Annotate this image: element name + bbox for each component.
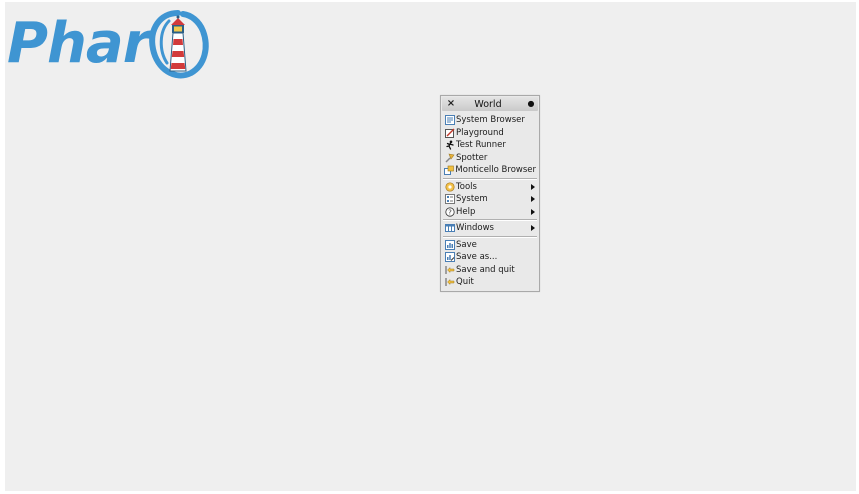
menu-item-save[interactable]: Save	[442, 239, 538, 252]
playground-icon	[444, 128, 455, 138]
menu-item-label: Windows	[456, 223, 494, 234]
menu-item-label: Monticello Browser	[455, 165, 536, 176]
menu-item-spotter[interactable]: Spotter	[442, 152, 538, 165]
save-as-icon	[444, 252, 455, 263]
menu-item-windows[interactable]: Windows	[442, 222, 538, 235]
monticello-icon	[444, 165, 455, 176]
world-menu-title-bar[interactable]: × World ●	[442, 97, 538, 111]
menu-item-label: Save and quit	[456, 264, 515, 275]
menu-item-label: Quit	[456, 277, 474, 288]
menu-item-label: System Browser	[456, 115, 525, 126]
menu-separator	[443, 219, 537, 221]
pin-icon[interactable]: ●	[524, 97, 538, 111]
menu-item-save-and-quit[interactable]: Save and quit	[442, 264, 538, 277]
save-icon	[444, 239, 455, 250]
submenu-arrow-icon	[531, 196, 535, 203]
menu-item-save-as[interactable]: Save as...	[442, 251, 538, 264]
menu-item-label: Save	[456, 239, 477, 250]
menu-item-quit[interactable]: Quit	[442, 276, 538, 289]
save-and-quit-icon	[444, 265, 455, 275]
system-icon	[444, 194, 455, 205]
menu-item-label: Help	[456, 206, 476, 217]
close-icon[interactable]: ×	[446, 97, 456, 111]
menu-separator	[443, 235, 537, 238]
menu-item-tools[interactable]: Tools	[442, 181, 538, 194]
menu-item-monticello-browser[interactable]: Monticello Browser	[442, 164, 538, 177]
help-icon: ?	[444, 207, 455, 217]
menu-item-system-browser[interactable]: System Browser	[442, 114, 538, 127]
menu-separator	[443, 177, 537, 180]
menu-item-label: Test Runner	[456, 140, 506, 151]
quit-icon	[444, 277, 455, 287]
lighthouse-logo-icon	[149, 10, 209, 79]
windows-icon	[444, 223, 455, 233]
world-desktop[interactable]: Phar × World ● System Browser Playground…	[5, 2, 856, 491]
submenu-arrow-icon	[531, 225, 535, 232]
menu-item-test-runner[interactable]: Test Runner	[442, 139, 538, 152]
pharo-logo: Phar	[7, 6, 211, 86]
world-menu: × World ● System Browser Playground Test…	[440, 95, 540, 292]
submenu-arrow-icon	[531, 208, 535, 215]
menu-item-playground[interactable]: Playground	[442, 127, 538, 140]
menu-item-label: Spotter	[456, 152, 488, 163]
svg-text:?: ?	[448, 208, 452, 216]
menu-item-system[interactable]: System	[442, 193, 538, 206]
world-menu-title: World	[474, 98, 502, 110]
menu-item-help[interactable]: ? Help	[442, 206, 538, 219]
spotter-icon	[444, 153, 455, 163]
menu-item-label: Save as...	[456, 252, 498, 263]
menu-item-label: System	[456, 194, 488, 205]
test-runner-icon	[444, 140, 455, 150]
submenu-arrow-icon	[531, 183, 535, 190]
tools-icon	[444, 182, 455, 192]
menu-item-label: Tools	[456, 181, 477, 192]
logo-text: Phar	[7, 11, 150, 76]
menu-item-label: Playground	[456, 127, 504, 138]
system-browser-icon	[444, 115, 455, 126]
